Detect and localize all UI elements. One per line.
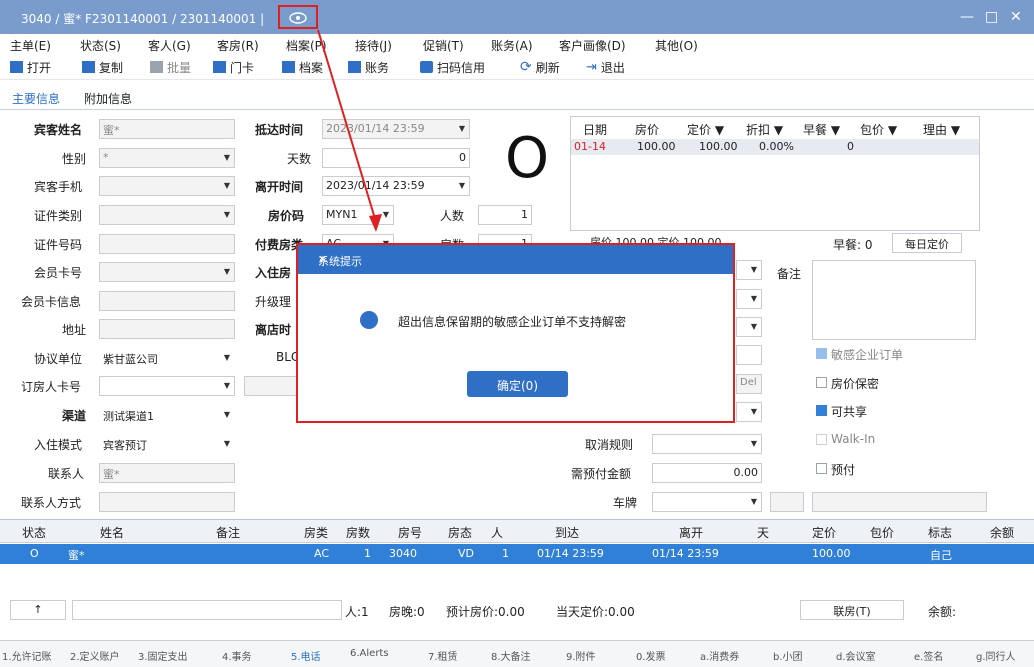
dialog-message: 超出信息保留期的敏感企业订单不支持解密 [398, 315, 627, 329]
arrow-head [369, 214, 382, 232]
ok-button[interactable]: 确定(0) [467, 371, 568, 397]
arrow-line [317, 29, 377, 223]
dialog-close-icon[interactable]: ✕ [318, 253, 327, 266]
system-dialog: 系统提示 ✕ 超出信息保留期的敏感企业订单不支持解密 确定(0) [296, 243, 735, 423]
dialog-header: 系统提示 ✕ [298, 245, 733, 274]
bell-icon [360, 311, 378, 329]
